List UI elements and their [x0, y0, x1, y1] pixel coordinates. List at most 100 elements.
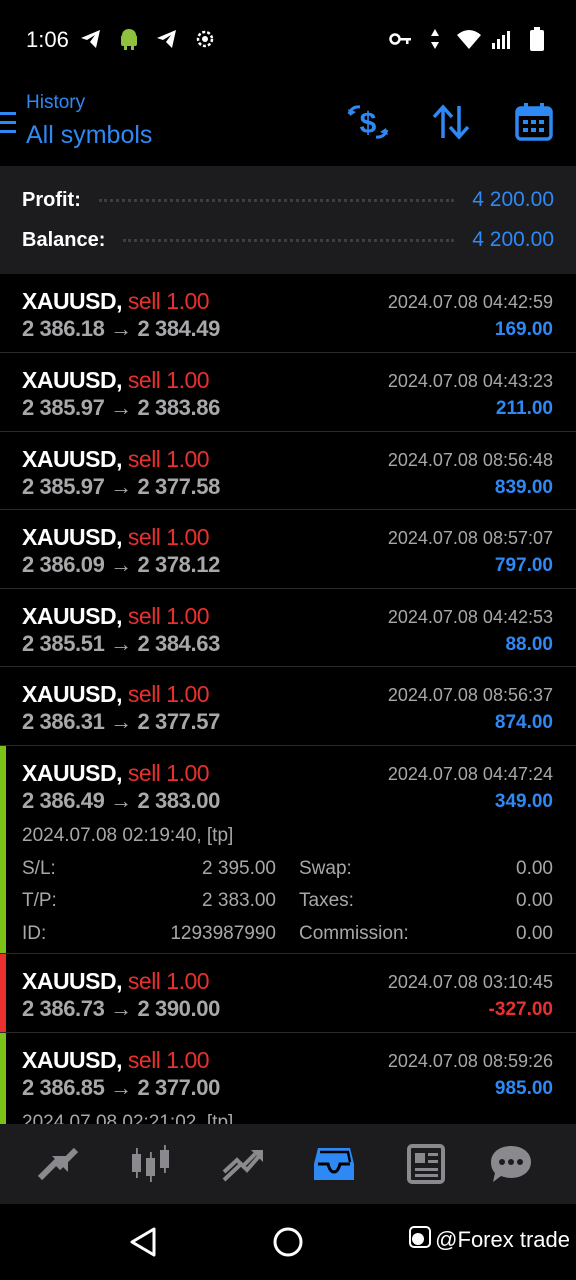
status-icons-right	[388, 26, 550, 52]
trade-side: sell 1.00	[127, 603, 210, 629]
trade-symbol: XAUUSD, sell 1.00	[22, 1047, 210, 1073]
trade-profit: 88.00	[505, 634, 553, 655]
status-time: 1:06	[26, 27, 69, 52]
trade-symbol: XAUUSD, sell 1.00	[22, 603, 210, 629]
trade-side: sell 1.00	[127, 524, 210, 550]
telegram-icon	[78, 26, 104, 52]
trade-symbol: XAUUSD, sell 1.00	[22, 681, 210, 707]
trade-side: sell 1.00	[127, 446, 210, 472]
swap-value: 0.00	[516, 858, 553, 879]
profit-row: Profit: 4 200.00	[22, 185, 554, 215]
trade-prices: 2 385.97 → 2 377.58	[22, 474, 220, 499]
trade-side: sell 1.00	[127, 681, 210, 707]
detail-row-id: ID: 1293987990 Commission: 0.00	[22, 923, 553, 955]
trade-row[interactable]: XAUUSD, sell 1.00 2 385.97 → 2 377.58 20…	[0, 432, 576, 510]
signal-icon	[490, 26, 516, 52]
vpn-key-icon	[388, 26, 414, 52]
commission-label: Commission:	[299, 923, 409, 944]
profit-value: 4 200.00	[472, 188, 554, 211]
trade-profit: -327.00	[488, 999, 553, 1020]
trade-side: sell 1.00	[127, 760, 210, 786]
trade-history-list[interactable]: XAUUSD, sell 1.00 2 386.18 → 2 384.49 20…	[0, 274, 576, 1124]
trade-open-time: 2024.07.08 02:21:02, [tp]	[22, 1112, 234, 1124]
sl-value: 2 395.00	[202, 858, 276, 879]
loss-indicator-bar	[0, 954, 6, 1032]
history-icon[interactable]	[310, 1142, 358, 1186]
telegram-icon	[154, 26, 180, 52]
trade-close-time: 2024.07.08 04:43:23	[387, 371, 553, 391]
currency-exchange-icon[interactable]: $	[346, 100, 390, 144]
trade-row[interactable]: XAUUSD, sell 1.00 2 385.97 → 2 383.86 20…	[0, 353, 576, 432]
trade-side: sell 1.00	[127, 968, 210, 994]
trade-profit: 211.00	[495, 398, 553, 419]
trade-symbol: XAUUSD, sell 1.00	[22, 968, 210, 994]
balance-row: Balance: 4 200.00	[22, 225, 554, 255]
balance-value: 4 200.00	[472, 228, 554, 251]
trade-profit: 169.00	[494, 319, 553, 340]
trade-profit: 797.00	[494, 555, 553, 576]
header-title[interactable]: All symbols	[26, 121, 152, 150]
trade-row[interactable]: XAUUSD, sell 1.00 2 386.31 → 2 377.57 20…	[0, 667, 576, 746]
trade-symbol: XAUUSD, sell 1.00	[22, 524, 210, 550]
home-icon[interactable]	[272, 1226, 304, 1263]
tp-value: 2 383.00	[202, 890, 276, 911]
trade-profit: 349.00	[494, 791, 553, 812]
trade-close-time: 2024.07.08 04:42:59	[387, 292, 553, 312]
trade-row[interactable]: XAUUSD, sell 1.00 2 386.85 → 2 377.00 20…	[0, 1033, 576, 1124]
trade-side: sell 1.00	[127, 1047, 210, 1073]
profit-label: Profit:	[22, 188, 81, 211]
dot-leader	[98, 198, 455, 202]
sl-label: S/L:	[22, 858, 56, 879]
detail-row-tp: T/P: 2 383.00 Taxes: 0.00	[22, 890, 553, 922]
commission-value: 0.00	[516, 923, 553, 944]
bottom-nav	[0, 1124, 576, 1204]
detail-row-sl: S/L: 2 395.00 Swap: 0.00	[22, 858, 553, 890]
id-label: ID:	[22, 923, 47, 944]
trade-row-expanded[interactable]: XAUUSD, sell 1.00 2 386.49 → 2 383.00 20…	[0, 746, 576, 954]
quotes-icon[interactable]	[34, 1142, 82, 1186]
trade-close-time: 2024.07.08 03:10:45	[387, 972, 553, 992]
summary-panel: Profit: 4 200.00 Balance: 4 200.00	[0, 166, 576, 274]
trade-close-time: 2024.07.08 08:56:48	[387, 450, 553, 470]
taxes-value: 0.00	[516, 890, 553, 911]
trade-profit: 985.00	[494, 1078, 553, 1099]
trade-profit: 874.00	[494, 712, 553, 733]
dot-leader	[123, 238, 455, 242]
facebook-icon	[409, 1226, 432, 1254]
balance-label: Balance:	[22, 228, 106, 251]
news-icon[interactable]	[402, 1142, 450, 1186]
trade-prices: 2 385.97 → 2 383.86	[22, 395, 220, 420]
profit-indicator-bar	[0, 1033, 6, 1124]
trade-close-time: 2024.07.08 08:59:26	[387, 1051, 553, 1071]
trade-row[interactable]: XAUUSD, sell 1.00 2 386.09 → 2 378.12 20…	[0, 510, 576, 589]
trade-side: sell 1.00	[127, 367, 210, 393]
sort-icon[interactable]	[429, 100, 473, 144]
trade-close-time: 2024.07.08 08:57:07	[387, 528, 553, 548]
trade-prices: 2 386.18 → 2 384.49	[22, 316, 220, 341]
trade-icon[interactable]	[219, 1142, 267, 1186]
trade-row[interactable]: XAUUSD, sell 1.00 2 385.51 → 2 384.63 20…	[0, 589, 576, 667]
trade-symbol: XAUUSD, sell 1.00	[22, 760, 210, 786]
status-icons-left	[78, 26, 218, 52]
menu-icon[interactable]	[0, 110, 16, 136]
trade-prices: 2 386.31 → 2 377.57	[22, 709, 220, 734]
back-icon[interactable]	[128, 1226, 158, 1263]
trade-row[interactable]: XAUUSD, sell 1.00 2 386.18 → 2 384.49 20…	[0, 274, 576, 353]
battery-icon	[524, 26, 550, 52]
id-value: 1293987990	[170, 923, 276, 944]
swap-label: Swap:	[299, 858, 352, 879]
trade-close-time: 2024.07.08 04:42:53	[387, 607, 553, 627]
chat-icon[interactable]	[487, 1142, 535, 1186]
calendar-icon[interactable]	[512, 100, 556, 144]
tp-label: T/P:	[22, 890, 57, 911]
trade-row[interactable]: XAUUSD, sell 1.00 2 386.73 → 2 390.00 20…	[0, 954, 576, 1033]
android-icon	[116, 26, 142, 52]
trade-open-time: 2024.07.08 02:19:40, [tp]	[22, 825, 234, 846]
chart-candles-icon[interactable]	[127, 1142, 175, 1186]
header-subtitle[interactable]: History	[26, 92, 85, 114]
trade-close-time: 2024.07.08 08:56:37	[387, 685, 553, 705]
trade-prices: 2 386.73 → 2 390.00	[22, 996, 220, 1021]
svg-text:$: $	[360, 107, 377, 140]
wifi-icon	[456, 26, 482, 52]
trade-prices: 2 385.51 → 2 384.63	[22, 631, 220, 656]
